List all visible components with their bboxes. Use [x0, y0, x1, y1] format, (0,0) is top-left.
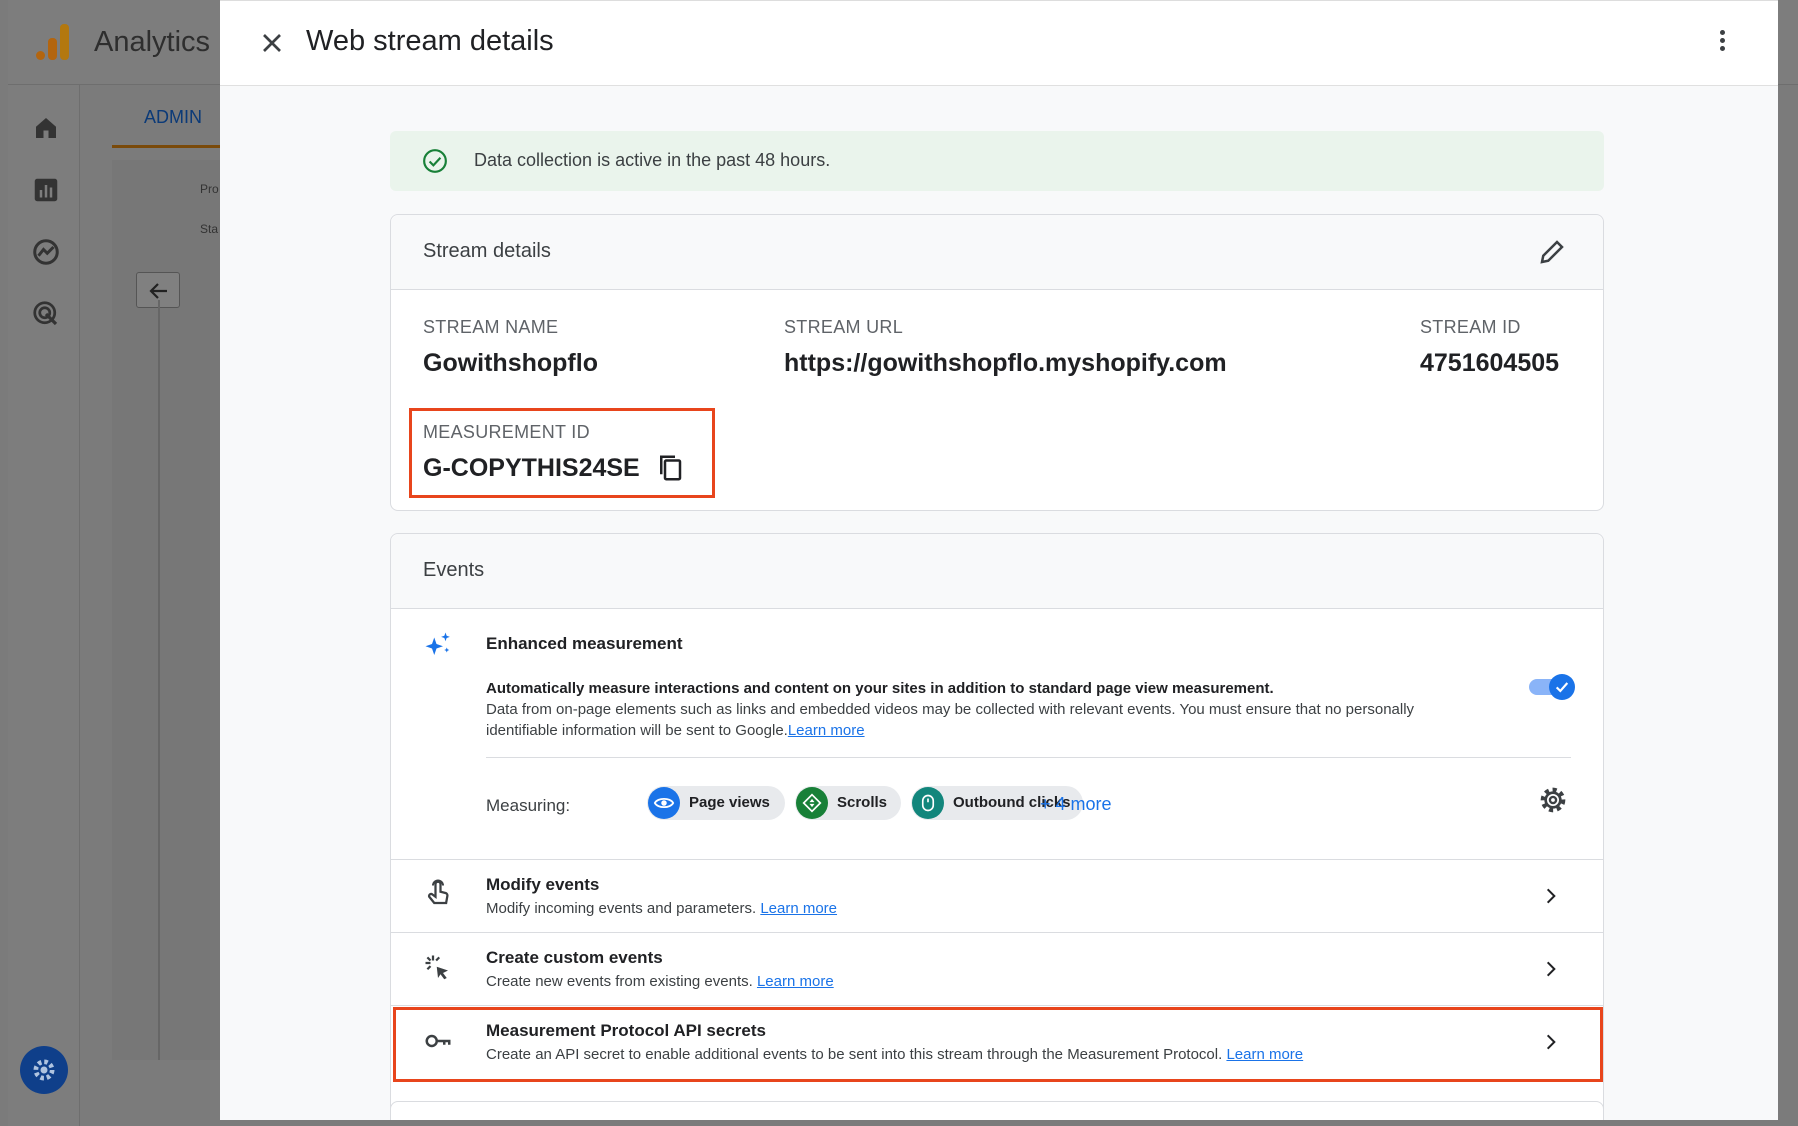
status-banner-text: Data collection is active in the past 48…	[474, 150, 831, 170]
panel-divider	[158, 300, 160, 1060]
settings-gear-icon[interactable]	[1537, 784, 1569, 816]
modify-events-row[interactable]: Modify events Modify incoming events and…	[391, 860, 1603, 932]
partial-label-1: Pro	[200, 182, 219, 196]
web-stream-dialog: Web stream details Data collection is ac…	[220, 0, 1778, 1120]
settings-button[interactable]	[20, 1046, 68, 1094]
close-icon[interactable]	[256, 27, 288, 59]
events-header: Events	[391, 534, 1603, 609]
enhanced-measurement-toggle[interactable]	[1529, 672, 1575, 700]
chip-page-views: Page views	[647, 786, 785, 820]
app-title: Analytics	[94, 26, 211, 58]
stream-id-label: STREAM ID	[1420, 317, 1521, 337]
mouse-icon	[921, 794, 935, 812]
admin-tab-label: ADMIN	[144, 107, 202, 127]
dialog-header: Web stream details	[220, 1, 1778, 86]
enhanced-learn-more-link[interactable]: Learn more	[788, 722, 865, 739]
enhanced-measurement-title: Enhanced measurement	[486, 634, 683, 653]
status-banner: Data collection is active in the past 48…	[390, 131, 1604, 191]
stream-name-label: STREAM NAME	[423, 317, 559, 337]
next-card-partial	[390, 1101, 1604, 1120]
events-heading: Events	[423, 559, 485, 581]
create-custom-events-title: Create custom events	[486, 948, 663, 967]
edit-pencil-icon[interactable]	[1537, 237, 1567, 267]
modify-events-title: Modify events	[486, 875, 600, 894]
events-card: Events Enhanced measurement Automaticall…	[390, 533, 1604, 1120]
enhanced-desc-line1: Automatically measure interactions and c…	[486, 680, 1274, 697]
nav-rail	[8, 85, 80, 1126]
chip-label: Scrolls	[837, 794, 888, 811]
enhanced-desc-line2: Data from on-page elements such as links…	[486, 701, 1415, 739]
click-sparkle-icon	[425, 955, 448, 980]
more-measurements-link[interactable]: + 4 more	[1040, 794, 1112, 815]
touch-icon	[427, 879, 449, 905]
stream-details-heading: Stream details	[423, 240, 551, 262]
modify-events-desc-text: Modify incoming events and parameters.	[486, 900, 757, 917]
more-vert-icon[interactable]	[1710, 27, 1734, 59]
chip-label: Page views	[689, 794, 770, 811]
enhanced-measurement-description: Automatically measure interactions and c…	[486, 678, 1476, 741]
measuring-label: Measuring:	[486, 796, 571, 815]
chevron-right-icon	[1546, 888, 1556, 904]
check-icon	[1555, 682, 1569, 693]
eye-icon	[653, 797, 675, 809]
stream-url-value: https://gowithshopflo.myshopify.com	[784, 349, 1227, 377]
stream-details-header: Stream details	[391, 215, 1603, 290]
api-secrets-highlight	[393, 1007, 1603, 1082]
create-custom-events-learn-more[interactable]: Learn more	[757, 973, 834, 990]
scroll-icon	[802, 793, 822, 813]
partial-label-2: Sta	[200, 222, 219, 236]
explore-icon[interactable]	[31, 237, 61, 267]
analytics-logo-icon	[36, 24, 70, 60]
create-custom-events-row[interactable]: Create custom events Create new events f…	[391, 933, 1603, 1005]
create-custom-events-desc-text: Create new events from existing events.	[486, 973, 753, 990]
chip-scrolls: Scrolls	[795, 786, 901, 820]
advertising-icon[interactable]	[31, 299, 61, 329]
modify-events-desc: Modify incoming events and parameters. L…	[486, 900, 837, 917]
stream-details-card: Stream details STREAM NAME Gowithshopflo…	[390, 214, 1604, 511]
dialog-title: Web stream details	[306, 25, 554, 57]
sparkle-icon	[425, 632, 450, 655]
modify-events-learn-more[interactable]: Learn more	[760, 900, 837, 917]
create-custom-events-desc: Create new events from existing events. …	[486, 973, 834, 990]
stream-name-value: Gowithshopflo	[423, 349, 598, 377]
admin-tab[interactable]: ADMIN	[112, 85, 222, 148]
measurement-id-label: MEASUREMENT ID	[423, 422, 590, 442]
stream-id-value: 4751604505	[1420, 349, 1560, 377]
home-icon[interactable]	[31, 113, 61, 143]
check-circle-icon	[423, 149, 447, 173]
enhanced-divider	[486, 757, 1571, 758]
chevron-right-icon	[1546, 961, 1556, 977]
copy-icon[interactable]	[655, 452, 685, 484]
measurement-id-value[interactable]: G-COPYTHIS24SE	[423, 454, 640, 483]
stream-url-label: STREAM URL	[784, 317, 904, 337]
gear-icon	[33, 1059, 55, 1081]
reports-icon[interactable]	[31, 175, 61, 205]
